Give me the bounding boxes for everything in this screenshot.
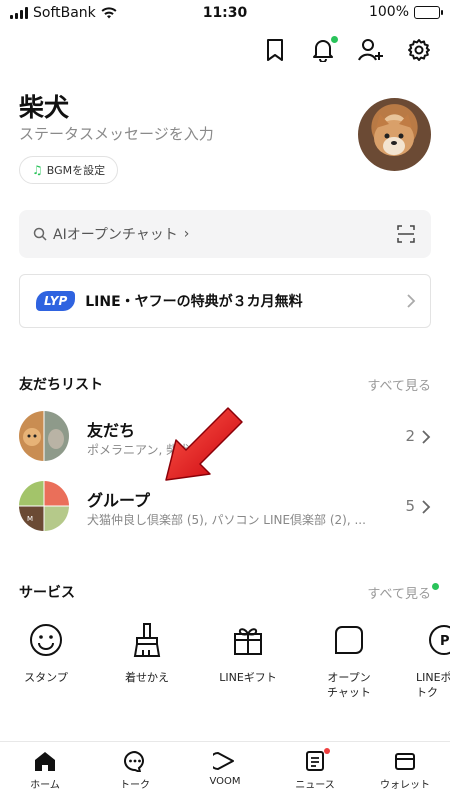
battery-percent: 100%	[368, 4, 409, 20]
banner-text: LINE・ヤフーの特典が３カ月無料	[85, 294, 303, 310]
search-icon	[33, 227, 47, 241]
open-chat-icon	[335, 626, 363, 654]
nav-label: ウォレット	[380, 780, 430, 791]
home-icon	[35, 752, 55, 771]
music-note-icon: ♫	[32, 163, 43, 177]
voom-icon	[213, 752, 234, 770]
search-placeholder: AIオープンチャット	[53, 227, 178, 243]
friends-thumbnail	[19, 411, 69, 461]
services-new-dot	[432, 583, 439, 590]
chat-icon	[124, 750, 144, 772]
chevron-right-icon	[407, 294, 416, 308]
nav-news[interactable]: ニュース	[270, 742, 360, 800]
service-label: LINEギフト	[219, 671, 277, 684]
brush-icon	[133, 623, 161, 657]
gift-icon	[234, 628, 262, 655]
profile-name[interactable]: 柴犬	[19, 88, 69, 124]
add-friend-icon[interactable]	[358, 36, 384, 64]
service-stamp[interactable]: スタンプ	[4, 620, 88, 685]
friends-section-title: 友だちリスト	[19, 377, 103, 393]
chevron-right-icon: ›	[183, 226, 190, 242]
groups-row-subtitle: 犬猫仲良し倶楽部 (5), パソコン LINE倶楽部 (2), ...	[87, 513, 366, 527]
service-openchat[interactable]: オープン チャット	[307, 620, 391, 700]
news-notification-dot	[324, 748, 330, 754]
lyp-badge: LYP	[36, 291, 76, 311]
groups-count: 5	[405, 497, 415, 515]
friends-row-title: 友だち	[87, 421, 136, 440]
nav-label: ニュース	[295, 780, 335, 791]
service-gift[interactable]: LINEギフト	[206, 620, 290, 685]
bell-icon[interactable]	[310, 36, 338, 64]
pointer-arrow-icon	[165, 407, 243, 481]
nav-voom[interactable]: VOOM	[180, 742, 270, 800]
news-icon	[306, 751, 324, 771]
profile-avatar[interactable]	[358, 98, 431, 171]
nav-label: トーク	[120, 780, 150, 791]
nav-label: VOOM	[209, 776, 241, 787]
friends-count: 2	[405, 427, 415, 445]
service-pokutoku[interactable]: P LINEポケ トク	[400, 620, 450, 700]
wallet-icon	[395, 753, 415, 770]
nav-label: ホーム	[30, 780, 60, 791]
battery-status: 100%	[368, 4, 443, 20]
lyp-banner[interactable]: LYP LINE・ヤフーの特典が３カ月無料	[19, 274, 431, 328]
svg-text:P: P	[440, 634, 450, 649]
bgm-label: BGMを設定	[46, 164, 106, 177]
nav-wallet[interactable]: ウォレット	[360, 742, 450, 800]
status-message-input[interactable]: ステータスメッセージを入力	[19, 123, 214, 144]
groups-row-title: グループ	[87, 491, 151, 510]
svg-text:M: M	[27, 515, 33, 523]
groups-row[interactable]: M グループ 犬猫仲良し倶楽部 (5), パソコン LINE倶楽部 (2), .…	[19, 481, 431, 533]
coupon-icon: P	[429, 625, 450, 655]
service-label: スタンプ	[24, 671, 68, 684]
services-row: スタンプ 着せかえ LINEギフト オープン チャット P LINEポケ トク	[0, 620, 450, 710]
nav-talk[interactable]: トーク	[90, 742, 180, 800]
smile-icon	[30, 624, 62, 656]
bottom-navigation: ホーム トーク VOOM ニュース ウォレット	[0, 741, 450, 800]
qr-scan-icon[interactable]	[397, 225, 415, 243]
header-actions	[262, 36, 432, 64]
service-label: オープン チャット	[327, 671, 371, 699]
services-section-title: サービス	[19, 585, 75, 601]
services-see-all-link[interactable]: すべて見る	[367, 583, 431, 602]
service-label: LINEポケ トク	[416, 671, 450, 699]
bgm-button[interactable]: ♫ BGMを設定	[19, 156, 119, 184]
nav-home[interactable]: ホーム	[0, 742, 90, 800]
battery-icon	[414, 5, 443, 19]
groups-thumbnail: M	[19, 481, 69, 531]
bookmark-icon[interactable]	[262, 36, 288, 64]
notification-dot	[331, 36, 338, 43]
service-label: 着せかえ	[125, 671, 169, 684]
chevron-right-icon	[422, 430, 431, 444]
status-bar: SoftBank 11:30 100%	[0, 0, 450, 26]
service-theme[interactable]: 着せかえ	[105, 620, 189, 685]
settings-icon[interactable]	[406, 36, 432, 64]
friends-see-all-link[interactable]: すべて見る	[367, 375, 431, 394]
search-bar[interactable]: AIオープンチャット ›	[19, 210, 431, 258]
chevron-right-icon	[422, 500, 431, 514]
